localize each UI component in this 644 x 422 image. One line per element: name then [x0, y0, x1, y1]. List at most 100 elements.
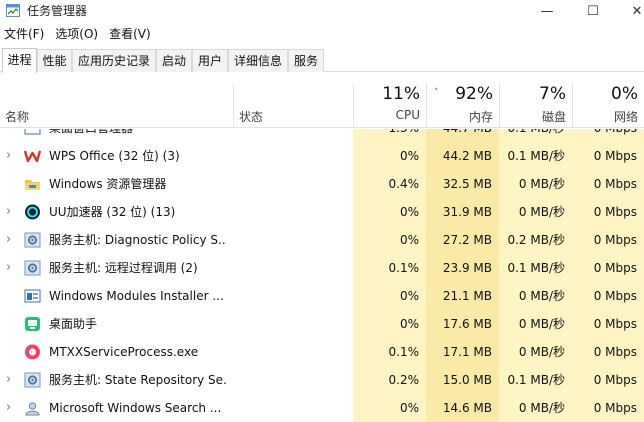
cpu-cell: 0% — [353, 394, 426, 422]
disk-cell: 0.1 MB/秒 — [499, 366, 572, 394]
disk-cell: 0 MB/秒 — [499, 282, 572, 310]
network-column-header[interactable]: 0% 网络 — [572, 84, 644, 128]
expand-chevron-icon[interactable]: › — [6, 366, 11, 394]
menu-file[interactable]: 文件(F) — [0, 24, 51, 44]
gear-icon — [24, 372, 41, 388]
process-row[interactable]: 0.4% 32.5 MB 0 MB/秒 0 Mbps Windows 资源管理器 — [0, 170, 644, 198]
network-cell: 0 Mbps — [572, 129, 644, 142]
disk-total-percent: 7% — [539, 84, 566, 104]
cpu-cell: 1.3% — [353, 129, 426, 142]
network-cell: 0 Mbps — [572, 394, 644, 422]
tab-users[interactable]: 用户 — [192, 49, 228, 72]
cpu-cell: 0% — [353, 142, 426, 170]
process-name: 服务主机: 远程过程调用 (2) — [49, 261, 198, 275]
tab-startup[interactable]: 启动 — [156, 49, 192, 72]
disk-cell: 0 MB/秒 — [499, 170, 572, 198]
tab-processes[interactable]: 进程 — [2, 48, 37, 73]
memory-cell: 17.1 MB — [426, 338, 499, 366]
process-name: MTXXServiceProcess.exe — [49, 345, 199, 359]
task-manager-window: 任务管理器 — ☐ ✕ 文件(F) 选项(O) 查看(V) 进程 性能 应用历史… — [0, 0, 644, 422]
cpu-total-percent: 11% — [382, 84, 420, 104]
window-title: 任务管理器 — [27, 4, 88, 18]
cpu-column-label: CPU — [395, 108, 420, 122]
cpu-cell: 0.2% — [353, 366, 426, 394]
process-name: 桌面窗口管理器 — [49, 129, 133, 142]
process-row[interactable]: 0% 14.6 MB 0 MB/秒 0 Mbps › Microsoft Windows … — [0, 394, 644, 422]
network-cell: 0 Mbps — [572, 366, 644, 394]
name-column-label: 名称 — [5, 110, 30, 124]
installer-icon — [24, 289, 41, 303]
process-row[interactable]: 0.1% 17.1 MB 0 MB/秒 0 Mbps MTXXServiceProces… — [0, 338, 644, 366]
process-name: UU加速器 (32 位) (13) — [49, 205, 176, 219]
network-cell: 0 Mbps — [572, 170, 644, 198]
desktop-assistant-icon — [25, 317, 40, 331]
sort-chevron-down-icon: ˅ — [434, 88, 439, 98]
network-total-percent: 0% — [611, 84, 638, 104]
memory-column-header[interactable]: ˅ 92% 内存 — [426, 84, 499, 128]
memory-cell: 32.5 MB — [426, 170, 499, 198]
expand-chevron-icon[interactable]: › — [6, 254, 11, 282]
disk-cell: 0 MB/秒 — [499, 310, 572, 338]
network-cell: 0 Mbps — [572, 226, 644, 254]
menu-options[interactable]: 选项(O) — [51, 24, 105, 44]
process-row[interactable]: 0% 27.2 MB 0.2 MB/秒 0 Mbps › 服务主机: Diagnostic… — [0, 226, 644, 254]
tab-bar: 进程 性能 应用历史记录 启动 用户 详细信息 服务 — [0, 48, 644, 73]
memory-cell: 21.1 MB — [426, 282, 499, 310]
memory-column-label: 内存 — [468, 110, 493, 124]
disk-cell: 0.1 MB/秒 — [499, 129, 572, 142]
expand-chevron-icon[interactable]: › — [6, 198, 11, 226]
title-bar[interactable]: 任务管理器 — ☐ ✕ — [0, 0, 644, 22]
cpu-cell: 0.1% — [353, 338, 426, 366]
status-column-header[interactable]: 状态 — [233, 84, 353, 128]
process-row[interactable]: 0% 21.1 MB 0 MB/秒 0 Mbps Windows Modules Ins… — [0, 282, 644, 310]
process-row[interactable]: 0.2% 15.0 MB 0.1 MB/秒 0 Mbps › 服务主机: State Re… — [0, 366, 644, 394]
disk-cell: 0 MB/秒 — [499, 394, 572, 422]
disk-cell: 0.1 MB/秒 — [499, 254, 572, 282]
expand-chevron-icon[interactable]: › — [6, 226, 11, 254]
cpu-cell: 0% — [353, 198, 426, 226]
cpu-cell: 0.4% — [353, 170, 426, 198]
process-row[interactable]: 0% 17.6 MB 0 MB/秒 0 Mbps 桌面助手 — [0, 310, 644, 338]
process-row[interactable]: 0% 44.2 MB 0.1 MB/秒 0 Mbps › WPS Office (32 位… — [0, 142, 644, 170]
tab-performance[interactable]: 性能 — [37, 49, 72, 72]
tab-details[interactable]: 详细信息 — [228, 49, 288, 72]
process-row[interactable]: 0.1% 23.9 MB 0.1 MB/秒 0 Mbps › 服务主机: 远程过程调用 (… — [0, 254, 644, 282]
expand-chevron-icon[interactable]: › — [6, 142, 11, 170]
process-name: Windows 资源管理器 — [49, 177, 167, 191]
process-name: 服务主机: State Repository Se... — [49, 373, 227, 387]
search-user-icon — [25, 402, 40, 416]
cpu-cell: 0% — [353, 282, 426, 310]
memory-cell: 17.6 MB — [426, 310, 499, 338]
disk-column-header[interactable]: 7% 磁盘 — [499, 84, 572, 128]
tab-app-history[interactable]: 应用历史记录 — [72, 49, 156, 72]
disk-cell: 0.2 MB/秒 — [499, 226, 572, 254]
maximize-button[interactable]: ☐ — [570, 0, 616, 22]
network-cell: 0 Mbps — [572, 142, 644, 170]
process-name: 服务主机: Diagnostic Policy S... — [49, 233, 227, 247]
process-row[interactable]: 1.3%44.7 MB0.1 MB/秒0 Mbps 桌面窗口管理器 — [0, 129, 644, 142]
close-button[interactable]: ✕ — [614, 0, 644, 22]
disk-column-label: 磁盘 — [541, 110, 566, 124]
column-header: 名称 状态 11% CPU ˅ 92% 内存 7% 磁盘 0% 网络 — [0, 84, 644, 128]
menu-view[interactable]: 查看(V) — [105, 24, 158, 44]
process-name: WPS Office (32 位) (3) — [49, 149, 180, 163]
cpu-cell: 0% — [353, 310, 426, 338]
expand-chevron-icon[interactable]: › — [6, 394, 11, 422]
gear-icon — [24, 232, 41, 248]
folder-icon — [25, 180, 40, 190]
memory-cell: 15.0 MB — [426, 366, 499, 394]
tab-services[interactable]: 服务 — [288, 49, 324, 72]
uu-icon — [25, 204, 40, 220]
process-name: 桌面助手 — [49, 317, 98, 331]
memory-cell: 23.9 MB — [426, 254, 499, 282]
disk-cell: 0 MB/秒 — [499, 338, 572, 366]
cpu-cell: 0% — [353, 226, 426, 254]
minimize-button[interactable]: — — [524, 0, 570, 22]
status-column-label: 状态 — [239, 110, 264, 124]
name-column-header[interactable]: 名称 — [0, 84, 233, 128]
process-row[interactable]: 0% 31.9 MB 0 MB/秒 0 Mbps › UU加速器 (32 位) (13) — [0, 198, 644, 226]
memory-cell: 31.9 MB — [426, 198, 499, 226]
network-cell: 0 Mbps — [572, 282, 644, 310]
cpu-column-header[interactable]: 11% CPU — [353, 84, 426, 128]
process-list: 1.3%44.7 MB0.1 MB/秒0 Mbps桌面窗口管理器0%44.2 M… — [0, 129, 644, 422]
